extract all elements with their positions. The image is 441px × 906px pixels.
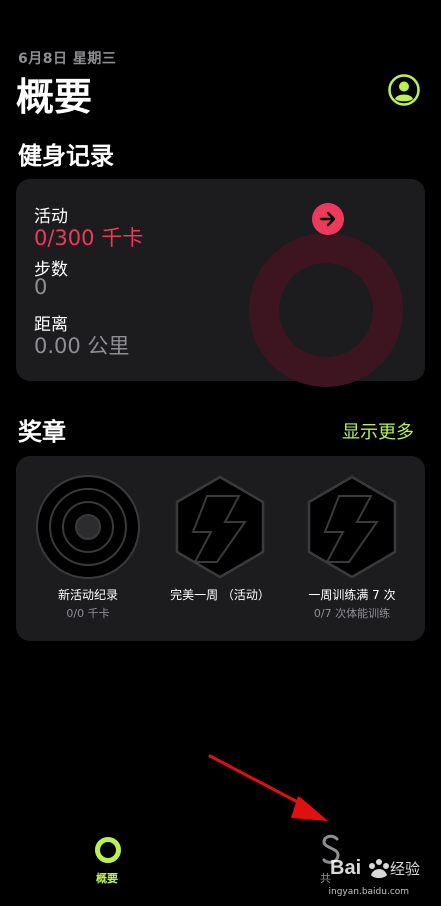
award-name: 一周训练满 7 次: [308, 588, 396, 602]
profile-icon[interactable]: [388, 74, 420, 106]
award-progress: 0/7 次体能训练: [313, 607, 391, 620]
date-label: 6月8日 星期三: [18, 51, 117, 67]
fitness-section-title: 健身记录: [18, 142, 114, 170]
arrow-right-icon: [319, 211, 336, 227]
svg-text:Bai: Bai: [330, 857, 361, 879]
award-item[interactable]: 一周训练满 7 次 0/7 次体能训练: [287, 474, 417, 621]
svg-text:jingyan.baidu.com: jingyan.baidu.com: [328, 887, 409, 897]
award-progress: 0/0 千卡: [66, 607, 110, 620]
steps-value: 0: [34, 275, 48, 299]
award-name: 新活动纪录: [57, 588, 118, 602]
page-title: 概要: [16, 75, 93, 119]
svg-text:经验: 经验: [390, 860, 420, 878]
activity-value: 0/300 千卡: [34, 226, 144, 250]
annotation-arrow: [208, 754, 328, 821]
awards-card: 新活动纪录 0/0 千卡 完美一周 （活动） 一周训练满 7 次 0/7 次体能…: [16, 456, 425, 641]
awards-section-title: 奖章: [18, 418, 66, 446]
tab-summary[interactable]: 概要: [96, 870, 118, 886]
award-item[interactable]: 新活动纪录 0/0 千卡: [23, 474, 153, 621]
summary-tab-ring-icon[interactable]: [94, 836, 122, 864]
baidu-watermark-logo: Bai 经验 jingyan.baidu.com: [328, 857, 420, 897]
activity-ring: [249, 233, 403, 387]
hexagon-badge-icon: [307, 475, 397, 579]
fitness-card[interactable]: 活动 0/300 千卡 步数 0 距离 0.00 公里: [16, 179, 425, 387]
target-badge-icon: [36, 475, 140, 579]
hexagon-badge-icon: [175, 475, 265, 579]
activity-arrow-button[interactable]: [312, 203, 344, 235]
award-name: 完美一周 （活动）: [170, 588, 270, 602]
award-item[interactable]: 完美一周 （活动）: [155, 474, 285, 605]
distance-value: 0.00 公里: [34, 334, 130, 358]
show-more-link[interactable]: 显示更多: [342, 418, 414, 444]
